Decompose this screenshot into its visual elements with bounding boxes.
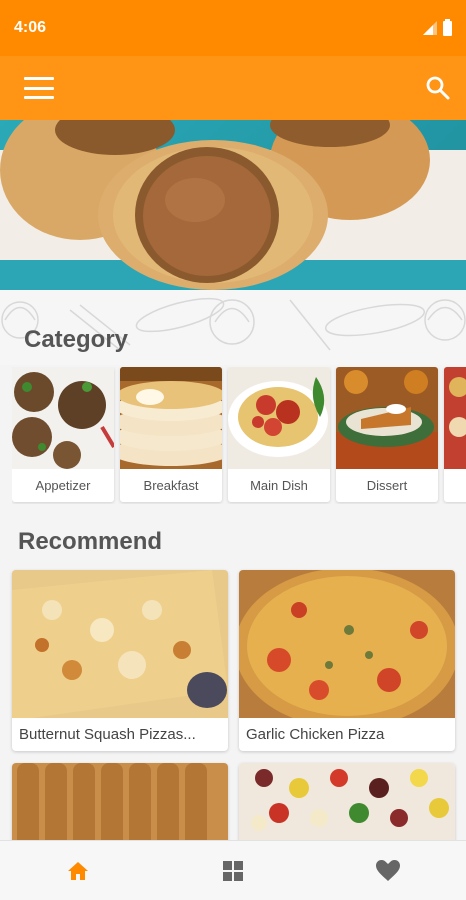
- hamburger-menu-icon[interactable]: [24, 77, 54, 99]
- category-image: [336, 367, 438, 469]
- recipe-image: [239, 570, 455, 718]
- category-image: [120, 367, 222, 469]
- category-card-partial[interactable]: [444, 367, 466, 502]
- banner-carousel[interactable]: [0, 120, 466, 290]
- category-card-breakfast[interactable]: Breakfast: [120, 367, 222, 502]
- signal-icon: [423, 21, 437, 35]
- recipe-title: Garlic Chicken Pizza: [246, 726, 385, 743]
- search-icon[interactable]: [424, 74, 452, 102]
- app-bar: [0, 56, 466, 120]
- status-icons: [423, 18, 452, 36]
- status-time: 4:06: [14, 19, 47, 36]
- category-image: [12, 367, 114, 469]
- category-label: [444, 469, 466, 502]
- nav-categories[interactable]: [203, 846, 263, 896]
- battery-icon: [443, 18, 452, 36]
- nav-favorites[interactable]: [358, 846, 418, 896]
- grid-icon: [222, 860, 243, 881]
- home-icon: [67, 861, 88, 880]
- bottom-navigation: [0, 840, 466, 900]
- recommend-title: Recommend: [18, 528, 163, 555]
- category-card-main-dish[interactable]: Main Dish: [228, 367, 330, 502]
- status-bar: 4:06: [0, 0, 466, 56]
- category-label: Dissert: [366, 478, 408, 493]
- category-title: Category: [24, 326, 129, 353]
- category-label: Appetizer: [35, 478, 91, 493]
- category-image: [444, 367, 466, 469]
- nav-home[interactable]: [48, 846, 108, 896]
- category-card-dissert[interactable]: Dissert: [336, 367, 438, 502]
- recipe-card[interactable]: Garlic Chicken Pizza: [239, 570, 455, 751]
- recipe-image: [12, 570, 228, 718]
- category-list[interactable]: Appetizer Breakfast Main Dish Dissert: [12, 367, 466, 504]
- recipe-title: Butternut Squash Pizzas...: [19, 726, 196, 743]
- banner-image: [0, 120, 466, 290]
- category-label: Main Dish: [250, 478, 308, 493]
- heart-icon: [376, 860, 401, 881]
- recipe-card[interactable]: Butternut Squash Pizzas...: [12, 570, 228, 751]
- category-card-appetizer[interactable]: Appetizer: [12, 367, 114, 502]
- category-image: [228, 367, 330, 469]
- category-label: Breakfast: [143, 478, 199, 493]
